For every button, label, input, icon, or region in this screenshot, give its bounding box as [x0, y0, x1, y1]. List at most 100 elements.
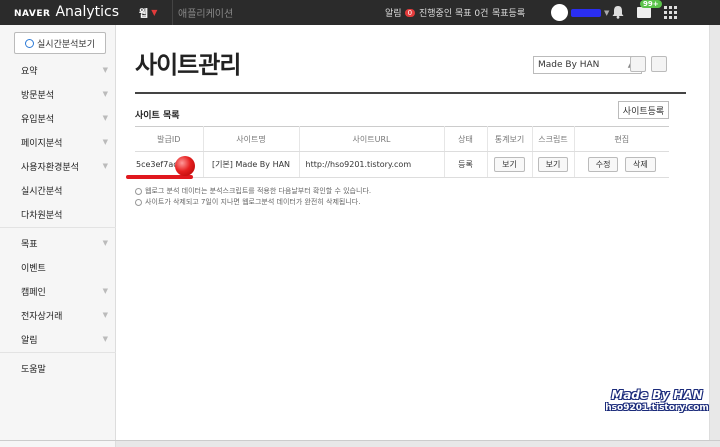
- sidebar-item[interactable]: 이벤트: [0, 255, 116, 279]
- sidebar-item[interactable]: 도움말: [0, 356, 116, 380]
- sidebar-item[interactable]: 실시간분석: [0, 178, 116, 202]
- mail-icon[interactable]: [637, 7, 651, 18]
- chevron-down-icon: ▼: [102, 138, 108, 146]
- info-notes: 웹로그 분석 데이터는 분석스크립트를 적용한 다음날부터 확인할 수 있습니다…: [135, 186, 371, 208]
- sidebar-item-label: 알림: [21, 335, 38, 346]
- title-divider: [135, 92, 686, 94]
- goal-status-label: 진행중인 목표 0건: [419, 9, 489, 19]
- mail-count-badge: 99+: [640, 0, 662, 8]
- sidebar-nav: 요약 ▼ 방문분석 ▼ 유입분석 ▼ 페이지분석 ▼ 사용자환경분석 ▼ 실시간분석다차원분석목표 ▼…: [0, 58, 116, 380]
- info-note: 사이트가 삭제되고 7일이 지나면 웹로그분석 데이터가 완전히 삭제됩니다.: [135, 197, 371, 208]
- script-cell: 보기: [532, 151, 575, 178]
- watermark-line2: hso9201.tistory.com: [605, 403, 709, 413]
- sidebar-item-label: 실시간분석: [21, 186, 63, 197]
- sidebar-separator: [0, 227, 116, 230]
- goal-register-link[interactable]: 목표등록: [492, 0, 525, 25]
- clock-icon: [25, 38, 35, 48]
- sidebar-item-label: 도움말: [21, 364, 46, 375]
- chevron-down-icon: ▼: [102, 311, 108, 319]
- sidebar-item[interactable]: 다차원분석: [0, 202, 116, 226]
- delete-button[interactable]: 삭제: [625, 157, 656, 172]
- goal-register-label: 목표등록: [492, 9, 526, 19]
- col-header-edit: 편집: [574, 126, 669, 152]
- watermark: Made By HAN hso9201.tistory.com: [604, 388, 710, 413]
- chevron-down-icon: ▼: [102, 287, 108, 295]
- sidebar-item[interactable]: 알림 ▼: [0, 327, 116, 351]
- info-note: 웹로그 분석 데이터는 분석스크립트를 적용한 다음날부터 확인할 수 있습니다…: [135, 186, 371, 197]
- tab-application-label: 애플리케이션: [178, 9, 234, 20]
- site-url-cell: http://hso9201.tistory.com: [299, 151, 445, 178]
- username-redacted: [571, 8, 601, 17]
- sidebar-item-label: 전자상거래: [21, 311, 63, 322]
- stats-cell: 보기: [487, 151, 533, 178]
- chevron-down-icon: ▼: [102, 90, 108, 98]
- alert-label: 알림: [385, 9, 402, 19]
- sidebar-item-label: 페이지분석: [21, 138, 63, 149]
- sidebar-item[interactable]: 방문분석 ▼: [0, 82, 116, 106]
- chevron-down-icon: ▼: [604, 8, 610, 17]
- tab-web[interactable]: 웹 ▼: [139, 0, 167, 25]
- print-icon[interactable]: [651, 56, 667, 72]
- chevron-down-icon: ▼: [151, 8, 158, 17]
- info-note-text: 웹로그 분석 데이터는 분석스크립트를 적용한 다음날부터 확인할 수 있습니다…: [145, 187, 372, 195]
- chevron-down-icon: ▼: [102, 114, 108, 122]
- site-status-cell: 등록: [444, 151, 488, 178]
- sidebar-item-label: 방문분석: [21, 90, 55, 101]
- avatar: [551, 4, 568, 21]
- site-select[interactable]: Made By HAN ▲▼: [533, 56, 642, 74]
- table-row: 5ce3ef7ac9 [기본] Made By HAN http://hso92…: [135, 151, 669, 178]
- alert-link[interactable]: 알림 0: [385, 0, 416, 25]
- goal-status-link[interactable]: 진행중인 목표 0건: [419, 0, 488, 25]
- sidebar-item[interactable]: 유입분석 ▼: [0, 106, 116, 130]
- edit-cell: 수정 삭제: [574, 151, 669, 178]
- tab-application[interactable]: 애플리케이션: [172, 0, 233, 25]
- table-header-row: 발급ID 사이트명 사이트URL 상태 통계보기 스크립트 편집: [135, 126, 669, 152]
- chevron-down-icon: ▼: [102, 66, 108, 74]
- sidebar-item[interactable]: 요약 ▼: [0, 58, 116, 82]
- chevron-down-icon: ▼: [102, 239, 108, 247]
- site-register-button[interactable]: 사이트등록: [618, 101, 669, 119]
- col-header-script: 스크립트: [532, 126, 575, 152]
- sidebar-item[interactable]: 사용자환경분석 ▼: [0, 154, 116, 178]
- col-header-id: 발급ID: [135, 126, 204, 152]
- sidebar-item[interactable]: 캠페인 ▼: [0, 279, 116, 303]
- site-name-cell: [기본] Made By HAN: [203, 151, 300, 178]
- watermark-line1: Made By HAN: [611, 388, 703, 402]
- stats-view-button[interactable]: 보기: [494, 157, 525, 172]
- sidebar-item-label: 유입분석: [21, 114, 55, 125]
- script-view-button[interactable]: 보기: [537, 157, 569, 172]
- sidebar-item-label: 캠페인: [21, 287, 46, 298]
- col-header-name: 사이트명: [203, 126, 300, 152]
- top-navigation-bar: NAVER Analytics 웹 ▼ 애플리케이션 알림 0 진행중인 목표 …: [0, 0, 720, 25]
- realtime-analysis-button[interactable]: 실시간분석보기: [14, 32, 106, 54]
- section-title: 사이트 목록: [135, 111, 180, 121]
- user-menu[interactable]: ▼: [551, 4, 609, 21]
- sidebar-item-label: 이벤트: [21, 263, 46, 274]
- settings-gear-icon[interactable]: [630, 56, 646, 72]
- chevron-down-icon: ▼: [102, 335, 108, 343]
- sidebar-item[interactable]: 전자상거래 ▼: [0, 303, 116, 327]
- red-pointer-annotation: [175, 156, 195, 176]
- analytics-logo-text: Analytics: [55, 4, 120, 20]
- naver-logo-text: NAVER: [14, 9, 51, 19]
- info-icon: [135, 188, 142, 195]
- brand-logo[interactable]: NAVER Analytics: [14, 4, 119, 22]
- col-header-url: 사이트URL: [299, 126, 445, 152]
- site-list-table: 발급ID 사이트명 사이트URL 상태 통계보기 스크립트 편집 5ce3ef7…: [135, 126, 669, 178]
- sidebar-item-label: 요약: [21, 66, 38, 77]
- sidebar-separator: [0, 352, 116, 355]
- main-content: 사이트관리 Made By HAN ▲▼ 사이트 목록 사이트등록 발급ID 사…: [116, 25, 710, 440]
- tab-web-label: 웹: [139, 9, 149, 20]
- realtime-analysis-label: 실시간분석보기: [37, 39, 95, 50]
- site-select-value: Made By HAN: [538, 60, 600, 70]
- sidebar-item-label: 사용자환경분석: [21, 162, 79, 173]
- info-icon: [135, 199, 142, 206]
- sidebar-item[interactable]: 목표 ▼: [0, 231, 116, 255]
- sidebar-item-label: 다차원분석: [21, 210, 63, 221]
- bell-icon[interactable]: [611, 5, 625, 19]
- col-header-status: 상태: [444, 126, 488, 152]
- apps-grid-icon[interactable]: [664, 6, 677, 19]
- edit-button[interactable]: 수정: [587, 157, 619, 172]
- chevron-down-icon: ▼: [102, 162, 108, 170]
- sidebar-item[interactable]: 페이지분석 ▼: [0, 130, 116, 154]
